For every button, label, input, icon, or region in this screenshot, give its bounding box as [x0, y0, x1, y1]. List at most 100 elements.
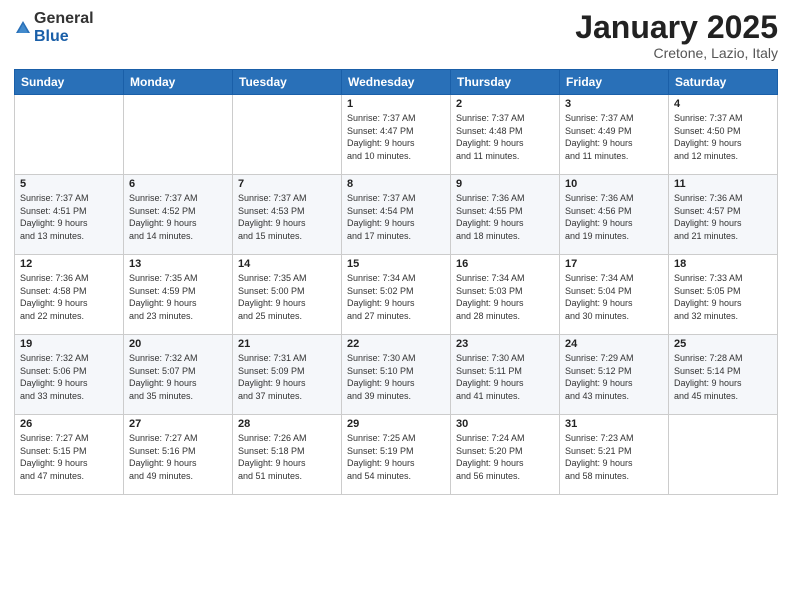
- calendar-cell: [233, 95, 342, 175]
- calendar-cell: 23 Sunrise: 7:30 AM Sunset: 5:11 PM Dayli…: [451, 335, 560, 415]
- day-info: Sunrise: 7:37 AM Sunset: 4:49 PM Dayligh…: [565, 112, 663, 162]
- calendar-week-row: 12 Sunrise: 7:36 AM Sunset: 4:58 PM Dayli…: [15, 255, 778, 335]
- day-info: Sunrise: 7:34 AM Sunset: 5:04 PM Dayligh…: [565, 272, 663, 322]
- day-info: Sunrise: 7:36 AM Sunset: 4:58 PM Dayligh…: [20, 272, 118, 322]
- calendar-cell: 18Sunrise: 7:33 AM Sunset: 5:05 PM Dayli…: [669, 255, 778, 335]
- day-number: 15: [347, 258, 445, 270]
- day-info: Sunrise: 7:27 AM Sunset: 5:16 PM Dayligh…: [129, 432, 227, 482]
- day-info: Sunrise: 7:31 AM Sunset: 5:09 PM Dayligh…: [238, 352, 336, 402]
- logo: General Blue: [14, 10, 94, 45]
- day-number: 14: [238, 258, 336, 270]
- calendar-cell: 3Sunrise: 7:37 AM Sunset: 4:49 PM Daylig…: [560, 95, 669, 175]
- weekday-header-sunday: Sunday: [15, 70, 124, 95]
- day-number: 2: [456, 98, 554, 110]
- day-info: Sunrise: 7:34 AM Sunset: 5:02 PM Dayligh…: [347, 272, 445, 322]
- calendar-cell: 19 Sunrise: 7:32 AM Sunset: 5:06 PM Dayli…: [15, 335, 124, 415]
- day-number: 10: [565, 178, 663, 190]
- day-info: Sunrise: 7:35 AM Sunset: 5:00 PM Dayligh…: [238, 272, 336, 322]
- calendar-cell: 2 Sunrise: 7:37 AM Sunset: 4:48 PM Daylig…: [451, 95, 560, 175]
- day-info: Sunrise: 7:28 AM Sunset: 5:14 PM Dayligh…: [674, 352, 772, 402]
- calendar-cell: 21 Sunrise: 7:31 AM Sunset: 5:09 PM Dayli…: [233, 335, 342, 415]
- calendar-cell: 1Sunrise: 7:37 AM Sunset: 4:47 PM Daylig…: [342, 95, 451, 175]
- header: General Blue January 2025 Cretone, Lazio…: [14, 10, 778, 61]
- day-number: 27: [129, 418, 227, 430]
- calendar-cell: 8Sunrise: 7:37 AM Sunset: 4:54 PM Daylig…: [342, 175, 451, 255]
- calendar-week-row: 26 Sunrise: 7:27 AM Sunset: 5:15 PM Dayli…: [15, 415, 778, 495]
- day-info: Sunrise: 7:25 AM Sunset: 5:19 PM Dayligh…: [347, 432, 445, 482]
- calendar-week-row: 5Sunrise: 7:37 AM Sunset: 4:51 PM Daylig…: [15, 175, 778, 255]
- calendar-cell: [669, 415, 778, 495]
- weekday-header-saturday: Saturday: [669, 70, 778, 95]
- calendar-cell: 14 Sunrise: 7:35 AM Sunset: 5:00 PM Dayli…: [233, 255, 342, 335]
- day-info: Sunrise: 7:27 AM Sunset: 5:15 PM Dayligh…: [20, 432, 118, 482]
- day-number: 19: [20, 338, 118, 350]
- calendar-cell: 24 Sunrise: 7:29 AM Sunset: 5:12 PM Dayli…: [560, 335, 669, 415]
- day-number: 7: [238, 178, 336, 190]
- day-number: 26: [20, 418, 118, 430]
- day-info: Sunrise: 7:30 AM Sunset: 5:10 PM Dayligh…: [347, 352, 445, 402]
- calendar-cell: 4 Sunrise: 7:37 AM Sunset: 4:50 PM Daylig…: [669, 95, 778, 175]
- day-number: 30: [456, 418, 554, 430]
- day-number: 9: [456, 178, 554, 190]
- day-number: 25: [674, 338, 772, 350]
- location-subtitle: Cretone, Lazio, Italy: [575, 45, 778, 61]
- day-number: 21: [238, 338, 336, 350]
- day-info: Sunrise: 7:37 AM Sunset: 4:50 PM Dayligh…: [674, 112, 772, 162]
- calendar-cell: 26 Sunrise: 7:27 AM Sunset: 5:15 PM Dayli…: [15, 415, 124, 495]
- calendar-header: SundayMondayTuesdayWednesdayThursdayFrid…: [15, 70, 778, 95]
- day-info: Sunrise: 7:37 AM Sunset: 4:47 PM Dayligh…: [347, 112, 445, 162]
- day-number: 17: [565, 258, 663, 270]
- day-number: 12: [20, 258, 118, 270]
- calendar-cell: 9 Sunrise: 7:36 AM Sunset: 4:55 PM Daylig…: [451, 175, 560, 255]
- page: General Blue January 2025 Cretone, Lazio…: [0, 0, 792, 612]
- calendar-cell: 27 Sunrise: 7:27 AM Sunset: 5:16 PM Dayli…: [124, 415, 233, 495]
- logo-icon: [14, 19, 32, 37]
- day-info: Sunrise: 7:36 AM Sunset: 4:55 PM Dayligh…: [456, 192, 554, 242]
- day-number: 4: [674, 98, 772, 110]
- calendar-cell: 22 Sunrise: 7:30 AM Sunset: 5:10 PM Dayli…: [342, 335, 451, 415]
- month-title: January 2025: [575, 10, 778, 45]
- day-number: 24: [565, 338, 663, 350]
- day-info: Sunrise: 7:32 AM Sunset: 5:06 PM Dayligh…: [20, 352, 118, 402]
- day-info: Sunrise: 7:29 AM Sunset: 5:12 PM Dayligh…: [565, 352, 663, 402]
- day-info: Sunrise: 7:23 AM Sunset: 5:21 PM Dayligh…: [565, 432, 663, 482]
- title-block: January 2025 Cretone, Lazio, Italy: [575, 10, 778, 61]
- calendar-cell: 31 Sunrise: 7:23 AM Sunset: 5:21 PM Dayli…: [560, 415, 669, 495]
- day-info: Sunrise: 7:30 AM Sunset: 5:11 PM Dayligh…: [456, 352, 554, 402]
- calendar-cell: 15 Sunrise: 7:34 AM Sunset: 5:02 PM Dayli…: [342, 255, 451, 335]
- day-info: Sunrise: 7:26 AM Sunset: 5:18 PM Dayligh…: [238, 432, 336, 482]
- calendar-cell: 28 Sunrise: 7:26 AM Sunset: 5:18 PM Dayli…: [233, 415, 342, 495]
- weekday-header-friday: Friday: [560, 70, 669, 95]
- weekday-header-tuesday: Tuesday: [233, 70, 342, 95]
- weekday-header-thursday: Thursday: [451, 70, 560, 95]
- calendar-cell: 12 Sunrise: 7:36 AM Sunset: 4:58 PM Dayli…: [15, 255, 124, 335]
- day-number: 29: [347, 418, 445, 430]
- day-info: Sunrise: 7:33 AM Sunset: 5:05 PM Dayligh…: [674, 272, 772, 322]
- logo-general-text: General: [34, 10, 94, 27]
- day-number: 23: [456, 338, 554, 350]
- day-number: 6: [129, 178, 227, 190]
- day-info: Sunrise: 7:24 AM Sunset: 5:20 PM Dayligh…: [456, 432, 554, 482]
- calendar-cell: 5Sunrise: 7:37 AM Sunset: 4:51 PM Daylig…: [15, 175, 124, 255]
- day-info: Sunrise: 7:37 AM Sunset: 4:52 PM Dayligh…: [129, 192, 227, 242]
- calendar-table: SundayMondayTuesdayWednesdayThursdayFrid…: [14, 69, 778, 495]
- day-number: 20: [129, 338, 227, 350]
- day-number: 13: [129, 258, 227, 270]
- calendar-cell: 11Sunrise: 7:36 AM Sunset: 4:57 PM Dayli…: [669, 175, 778, 255]
- day-info: Sunrise: 7:37 AM Sunset: 4:48 PM Dayligh…: [456, 112, 554, 162]
- day-number: 16: [456, 258, 554, 270]
- day-info: Sunrise: 7:37 AM Sunset: 4:53 PM Dayligh…: [238, 192, 336, 242]
- calendar-cell: 10Sunrise: 7:36 AM Sunset: 4:56 PM Dayli…: [560, 175, 669, 255]
- calendar-cell: 16 Sunrise: 7:34 AM Sunset: 5:03 PM Dayli…: [451, 255, 560, 335]
- weekday-header-monday: Monday: [124, 70, 233, 95]
- calendar-cell: 6 Sunrise: 7:37 AM Sunset: 4:52 PM Daylig…: [124, 175, 233, 255]
- day-number: 8: [347, 178, 445, 190]
- day-number: 22: [347, 338, 445, 350]
- day-info: Sunrise: 7:32 AM Sunset: 5:07 PM Dayligh…: [129, 352, 227, 402]
- day-number: 11: [674, 178, 772, 190]
- calendar-week-row: 19 Sunrise: 7:32 AM Sunset: 5:06 PM Dayli…: [15, 335, 778, 415]
- day-number: 31: [565, 418, 663, 430]
- day-number: 28: [238, 418, 336, 430]
- weekday-header-wednesday: Wednesday: [342, 70, 451, 95]
- day-info: Sunrise: 7:34 AM Sunset: 5:03 PM Dayligh…: [456, 272, 554, 322]
